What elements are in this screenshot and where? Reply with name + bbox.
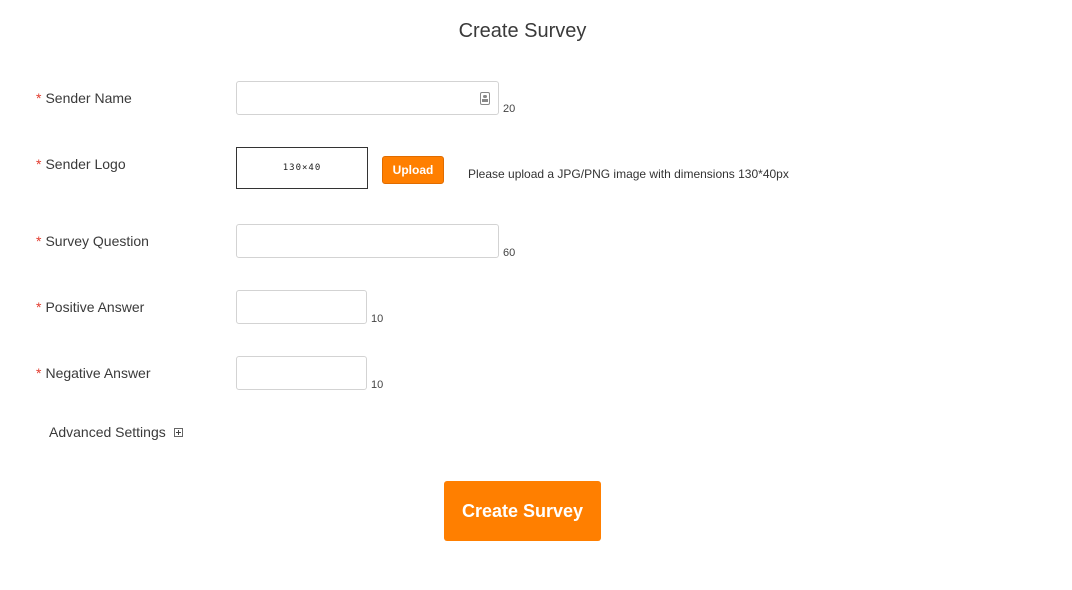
survey-question-label: * Survey Question xyxy=(36,233,149,249)
advanced-settings-toggle[interactable]: Advanced Settings xyxy=(49,424,183,440)
negative-answer-field[interactable] xyxy=(236,356,367,390)
survey-question-limit: 60 xyxy=(503,247,516,259)
sender-name-limit: 20 xyxy=(503,103,516,115)
required-marker: * xyxy=(36,233,42,249)
sender-name-label: * Sender Name xyxy=(36,90,132,106)
positive-answer-label-text: Positive Answer xyxy=(45,299,145,315)
positive-answer-field[interactable] xyxy=(236,290,367,324)
sender-logo-label-text: Sender Logo xyxy=(45,156,126,172)
negative-answer-label: * Negative Answer xyxy=(36,365,151,381)
sender-name-label-text: Sender Name xyxy=(45,90,132,106)
create-survey-button[interactable]: Create Survey xyxy=(444,481,601,541)
negative-answer-label-text: Negative Answer xyxy=(45,365,151,381)
required-marker: * xyxy=(36,299,42,315)
logo-preview-text: 130×40 xyxy=(282,163,322,173)
sender-name-input[interactable] xyxy=(237,82,498,114)
required-marker: * xyxy=(36,156,42,172)
positive-answer-limit: 10 xyxy=(371,313,384,325)
required-marker: * xyxy=(36,90,42,106)
plus-square-icon[interactable] xyxy=(173,427,183,437)
logo-preview: 130×40 xyxy=(236,147,368,189)
survey-question-input[interactable] xyxy=(237,225,498,257)
advanced-settings-label: Advanced Settings xyxy=(49,424,166,440)
positive-answer-input[interactable] xyxy=(237,291,366,323)
survey-question-label-text: Survey Question xyxy=(45,233,149,249)
negative-answer-limit: 10 xyxy=(371,379,384,391)
contact-card-icon[interactable] xyxy=(480,92,490,105)
upload-hint: Please upload a JPG/PNG image with dimen… xyxy=(468,167,789,181)
sender-name-field[interactable] xyxy=(236,81,499,115)
negative-answer-input[interactable] xyxy=(237,357,366,389)
survey-question-field[interactable] xyxy=(236,224,499,258)
positive-answer-label: * Positive Answer xyxy=(36,299,144,315)
page-title: Create Survey xyxy=(458,20,587,42)
upload-button[interactable]: Upload xyxy=(382,156,444,184)
sender-logo-label: * Sender Logo xyxy=(36,156,126,172)
required-marker: * xyxy=(36,365,42,381)
